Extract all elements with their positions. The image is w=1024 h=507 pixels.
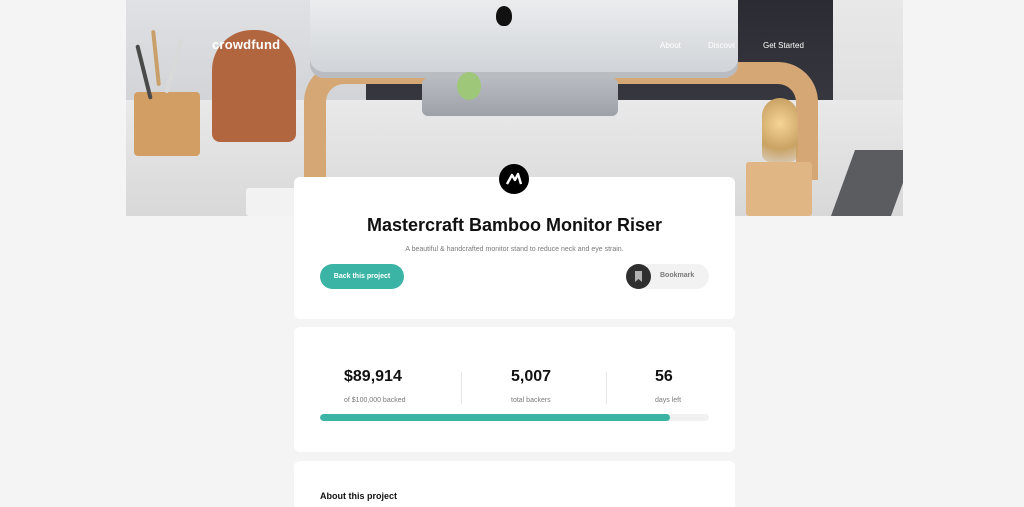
nav-link-discover[interactable]: Discover — [708, 41, 735, 50]
stat-days-label: days left — [655, 397, 682, 404]
mastercraft-logo-icon — [499, 164, 529, 194]
hero-figurine — [457, 72, 481, 100]
stats-card — [294, 327, 735, 452]
project-description: A beautiful & handcrafted monitor stand … — [405, 246, 624, 253]
nav-link-get-started[interactable]: Get Started — [763, 41, 804, 50]
bookmark-icon — [635, 271, 642, 282]
bookmark-label: Bookmark — [660, 272, 695, 279]
bookmark-icon-circle — [626, 264, 651, 289]
project-title: Mastercraft Bamboo Monitor Riser — [366, 215, 663, 235]
stat-backed-label: of $100,000 backed — [344, 397, 406, 404]
bookmark-button[interactable]: Bookmark — [626, 264, 709, 289]
stat-backed-value: $89,914 — [344, 368, 402, 385]
nav-link-about[interactable]: About — [660, 41, 681, 50]
hero-lamp-base — [746, 162, 812, 216]
stats-divider — [461, 372, 462, 404]
main-nav: About Discover Get Started — [0, 41, 1024, 55]
hero-lamp-bulb — [762, 98, 798, 162]
funding-progress-bar — [320, 414, 709, 421]
stat-backers-value: 5,007 — [511, 368, 552, 385]
stats-divider — [606, 372, 607, 404]
stat-days-value: 56 — [655, 368, 673, 385]
about-title: About this project — [320, 491, 397, 501]
hero-monitor — [310, 0, 738, 78]
apple-logo-icon — [496, 6, 512, 26]
page: crowdfund About Discover Get Started Mas… — [0, 0, 1024, 507]
stat-backers-label: total backers — [511, 397, 551, 404]
hero-monitor-stand — [422, 78, 618, 116]
hero-pen-cup — [134, 92, 200, 156]
funding-progress-fill — [320, 414, 670, 421]
back-project-button[interactable]: Back this project — [320, 264, 404, 289]
